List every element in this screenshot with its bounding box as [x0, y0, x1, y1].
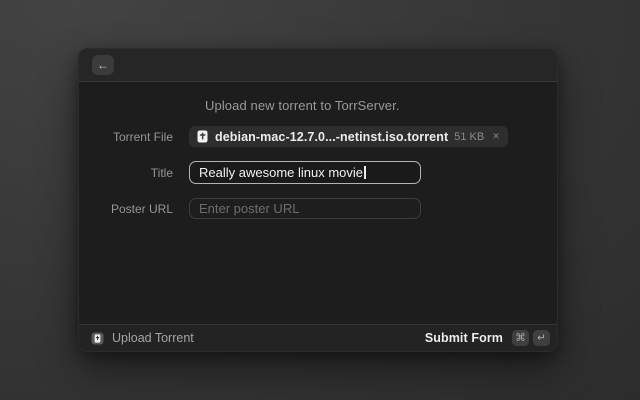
- field-label-title: Title: [79, 166, 189, 180]
- form-description: Upload new torrent to TorrServer.: [205, 98, 557, 113]
- return-key-icon: ↵: [533, 330, 550, 346]
- torrent-file-icon: [196, 130, 209, 143]
- poster-url-input[interactable]: Enter poster URL: [189, 198, 421, 219]
- window-body: Upload new torrent to TorrServer. Torren…: [79, 83, 557, 324]
- extension-icon: [91, 332, 104, 345]
- back-arrow-icon: ←: [97, 59, 109, 71]
- command-key-icon: ⌘: [512, 330, 529, 346]
- poster-url-placeholder: Enter poster URL: [199, 201, 299, 216]
- file-name: debian-mac-12.7.0...-netinst.iso.torrent: [215, 130, 448, 144]
- back-button[interactable]: ←: [92, 55, 114, 75]
- field-label-torrent-file: Torrent File: [79, 130, 189, 144]
- torrent-file-chip[interactable]: debian-mac-12.7.0...-netinst.iso.torrent…: [189, 126, 508, 147]
- submit-form-button[interactable]: Submit Form ⌘ ↵: [425, 330, 550, 346]
- submit-form-label: Submit Form: [425, 331, 503, 345]
- field-label-poster-url: Poster URL: [79, 202, 189, 216]
- command-name: Upload Torrent: [112, 331, 194, 345]
- remove-file-icon[interactable]: ✕: [492, 132, 500, 141]
- poster-url-row: Poster URL Enter poster URL: [79, 198, 557, 219]
- window-header: ←: [79, 49, 557, 82]
- file-size-badge: 51 KB: [454, 131, 484, 143]
- title-input[interactable]: Really awesome linux movie: [189, 161, 421, 184]
- title-input-value: Really awesome linux movie: [199, 165, 363, 180]
- title-row: Title Really awesome linux movie: [79, 162, 557, 183]
- text-caret: [364, 166, 366, 179]
- window-footer: Upload Torrent Submit Form ⌘ ↵: [79, 324, 557, 351]
- footer-command-info: Upload Torrent: [91, 331, 425, 345]
- shortcut-keycaps: ⌘ ↵: [512, 330, 550, 346]
- upload-form-window: ← Upload new torrent to TorrServer. Torr…: [78, 48, 558, 352]
- torrent-file-row: Torrent File debian-mac-12.7.0...-netins…: [79, 126, 557, 147]
